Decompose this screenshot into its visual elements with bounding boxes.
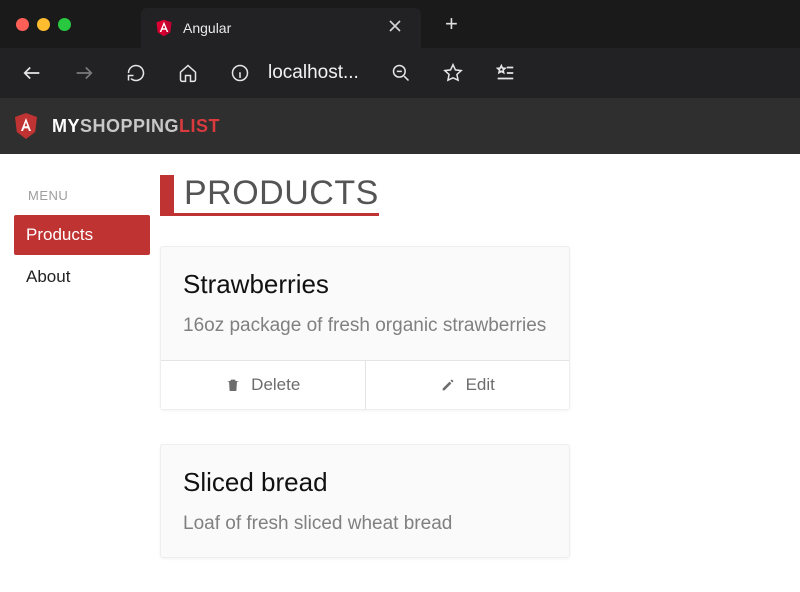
menu-label: MENU xyxy=(28,188,150,203)
brand-text: MYSHOPPINGLIST xyxy=(52,116,220,137)
page-title: PRODUCTS xyxy=(184,174,379,213)
sidebar-item-label: About xyxy=(26,267,70,286)
product-description: Loaf of fresh sliced wheat bread xyxy=(183,510,547,538)
sidebar-item-about[interactable]: About xyxy=(14,257,150,297)
delete-button[interactable]: Delete xyxy=(161,361,366,409)
brand-part-1: MY xyxy=(52,116,80,136)
url-text: localhost... xyxy=(268,62,359,84)
app-header: MYSHOPPINGLIST xyxy=(0,98,800,154)
page-title-accent xyxy=(160,175,174,213)
content-area: MENU Products About PRODUCTS Strawberrie… xyxy=(0,154,800,592)
reading-list-button[interactable] xyxy=(491,59,519,87)
product-card: Sliced bread Loaf of fresh sliced wheat … xyxy=(160,444,570,559)
card-body: Strawberries 16oz package of fresh organ… xyxy=(161,247,569,360)
close-icon xyxy=(389,20,401,32)
reload-icon xyxy=(126,63,146,83)
brand-part-2: SHOPPING xyxy=(80,116,179,136)
home-icon xyxy=(178,63,198,83)
page-title-wrap: PRODUCTS xyxy=(160,174,379,216)
angular-icon xyxy=(155,19,173,37)
back-button[interactable] xyxy=(18,59,46,87)
tab-close-button[interactable] xyxy=(383,17,407,39)
star-list-icon xyxy=(494,62,516,84)
window-titlebar: Angular + xyxy=(0,0,800,48)
browser-tab[interactable]: Angular xyxy=(141,8,421,48)
window-close-button[interactable] xyxy=(16,18,29,31)
tab-title: Angular xyxy=(183,20,383,36)
site-info-button[interactable] xyxy=(226,59,254,87)
forward-button[interactable] xyxy=(70,59,98,87)
window-maximize-button[interactable] xyxy=(58,18,71,31)
edit-icon xyxy=(440,377,456,393)
sidebar-item-products[interactable]: Products xyxy=(14,215,150,255)
star-icon xyxy=(443,63,463,83)
card-actions: Delete Edit xyxy=(161,360,569,409)
window-controls xyxy=(16,18,71,31)
edit-label: Edit xyxy=(466,375,495,395)
product-description: 16oz package of fresh organic strawberri… xyxy=(183,312,547,340)
zoom-out-icon xyxy=(391,63,411,83)
brand-part-3: LIST xyxy=(179,116,220,136)
card-body: Sliced bread Loaf of fresh sliced wheat … xyxy=(161,445,569,558)
new-tab-button[interactable]: + xyxy=(437,7,466,41)
arrow-left-icon xyxy=(21,62,43,84)
main-panel: PRODUCTS Strawberries 16oz package of fr… xyxy=(150,174,800,592)
delete-label: Delete xyxy=(251,375,300,395)
sidebar-item-label: Products xyxy=(26,225,93,244)
sidebar: MENU Products About xyxy=(26,174,150,592)
favorite-button[interactable] xyxy=(439,59,467,87)
product-card: Strawberries 16oz package of fresh organ… xyxy=(160,246,570,410)
brand-shield-icon xyxy=(14,113,38,139)
info-icon xyxy=(230,63,250,83)
address-bar[interactable]: localhost... xyxy=(226,59,359,87)
product-name: Strawberries xyxy=(183,269,547,300)
arrow-right-icon xyxy=(73,62,95,84)
trash-icon xyxy=(225,377,241,393)
zoom-out-button[interactable] xyxy=(387,59,415,87)
reload-button[interactable] xyxy=(122,59,150,87)
product-name: Sliced bread xyxy=(183,467,547,498)
home-button[interactable] xyxy=(174,59,202,87)
edit-button[interactable]: Edit xyxy=(366,361,570,409)
window-minimize-button[interactable] xyxy=(37,18,50,31)
browser-toolbar: localhost... xyxy=(0,48,800,98)
